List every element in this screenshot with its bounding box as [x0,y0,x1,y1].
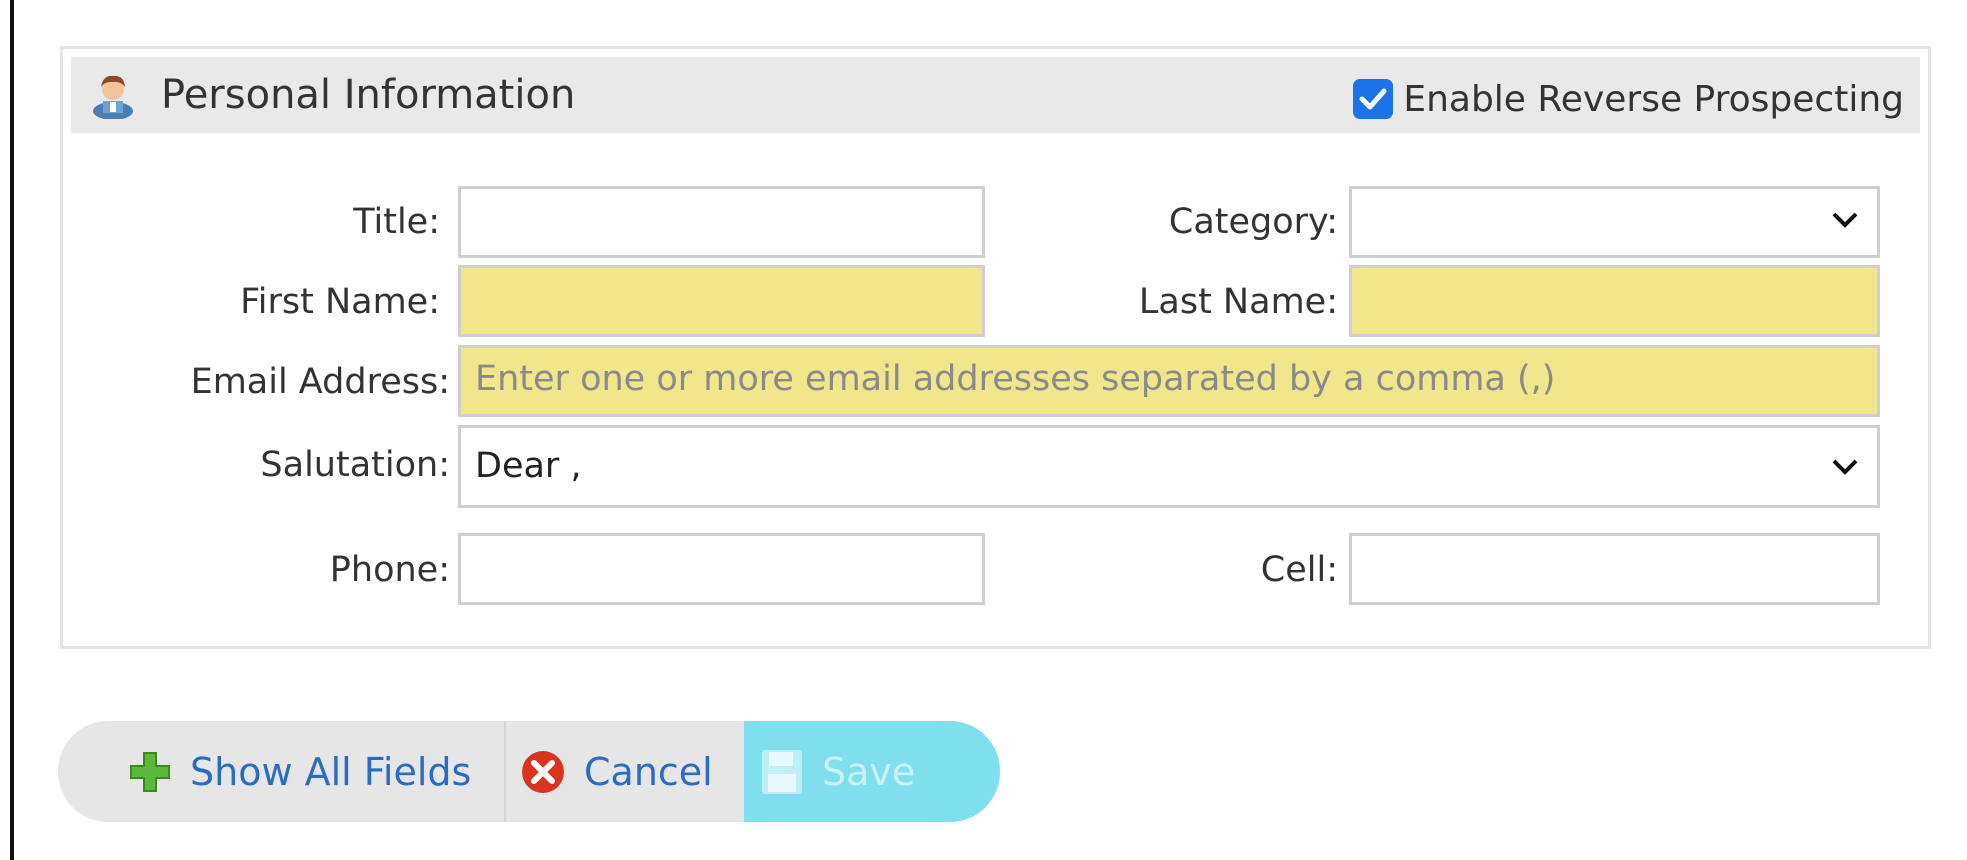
left-border [10,0,14,860]
show-all-fields-label: Show All Fields [190,749,472,794]
first-name-label: First Name: [240,282,440,322]
reverse-prospecting-label: Enable Reverse Prospecting [1403,78,1904,120]
salutation-select[interactable]: Dear , [458,425,1880,508]
email-placeholder: Enter one or more email addresses separa… [475,359,1556,399]
cell-input[interactable] [1349,533,1880,605]
reverse-prospecting-toggle[interactable]: Enable Reverse Prospecting [1353,77,1904,121]
salutation-value: Dear , [475,446,582,486]
floppy-disk-icon [760,748,804,796]
last-name-label: Last Name: [1138,282,1338,322]
panel-title: Personal Information [161,72,576,118]
reverse-prospecting-checkbox[interactable] [1353,79,1394,119]
title-label: Title: [353,202,440,242]
chevron-down-icon [1832,459,1858,475]
email-label: Email Address: [190,362,450,402]
category-select[interactable] [1349,186,1880,258]
person-icon [93,75,133,119]
action-bar: Show All Fields Cancel Save [58,721,1000,822]
save-label: Save [822,749,916,794]
plus-icon [128,750,172,794]
phone-input[interactable] [458,533,985,605]
phone-label: Phone: [329,550,450,590]
save-button[interactable]: Save [744,721,1000,822]
show-all-fields-button[interactable]: Show All Fields [58,721,503,822]
cancel-icon [520,749,566,795]
cancel-label: Cancel [584,749,713,794]
salutation-label: Salutation: [260,445,450,485]
first-name-input[interactable] [458,265,985,337]
cell-label: Cell: [1260,550,1338,590]
checkmark-icon [1359,88,1387,110]
last-name-input[interactable] [1349,265,1880,337]
chevron-down-icon [1832,212,1858,228]
panel-header: Personal Information Enable Reverse Pros… [71,57,1920,133]
cancel-button[interactable]: Cancel [504,721,742,822]
email-field[interactable]: Enter one or more email addresses separa… [458,345,1880,417]
category-label: Category: [1168,202,1338,242]
title-input[interactable] [458,186,985,258]
